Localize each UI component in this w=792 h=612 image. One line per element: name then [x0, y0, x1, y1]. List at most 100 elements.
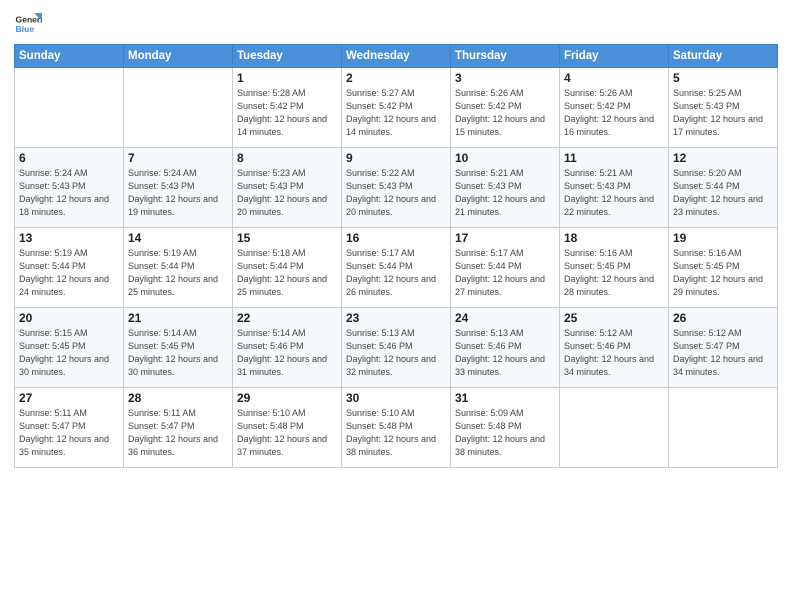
day-info: Sunrise: 5:15 AMSunset: 5:45 PMDaylight:… [19, 327, 119, 379]
day-info: Sunrise: 5:13 AMSunset: 5:46 PMDaylight:… [346, 327, 446, 379]
day-number: 24 [455, 311, 555, 325]
day-number: 17 [455, 231, 555, 245]
calendar-cell: 24 Sunrise: 5:13 AMSunset: 5:46 PMDayligh… [451, 308, 560, 388]
day-number: 2 [346, 71, 446, 85]
calendar-cell: 19 Sunrise: 5:16 AMSunset: 5:45 PMDayligh… [669, 228, 778, 308]
day-number: 27 [19, 391, 119, 405]
day-info: Sunrise: 5:24 AMSunset: 5:43 PMDaylight:… [128, 167, 228, 219]
day-info: Sunrise: 5:19 AMSunset: 5:44 PMDaylight:… [19, 247, 119, 299]
calendar-cell: 11Sunrise: 5:21 AMSunset: 5:43 PMDayligh… [560, 148, 669, 228]
day-info: Sunrise: 5:27 AMSunset: 5:42 PMDaylight:… [346, 87, 446, 139]
calendar-table: SundayMondayTuesdayWednesdayThursdayFrid… [14, 44, 778, 468]
calendar-cell: 13 Sunrise: 5:19 AMSunset: 5:44 PMDayligh… [15, 228, 124, 308]
day-info: Sunrise: 5:17 AMSunset: 5:44 PMDaylight:… [346, 247, 446, 299]
day-number: 1 [237, 71, 337, 85]
day-number: 14 [128, 231, 228, 245]
day-info: Sunrise: 5:14 AMSunset: 5:46 PMDaylight:… [237, 327, 337, 379]
day-number: 9 [346, 151, 446, 165]
calendar-cell [560, 388, 669, 468]
day-info: Sunrise: 5:22 AMSunset: 5:43 PMDaylight:… [346, 167, 446, 219]
day-info: Sunrise: 5:09 AMSunset: 5:48 PMDaylight:… [455, 407, 555, 459]
day-number: 18 [564, 231, 664, 245]
calendar-cell: 23 Sunrise: 5:13 AMSunset: 5:46 PMDayligh… [342, 308, 451, 388]
calendar-cell: 6 Sunrise: 5:24 AMSunset: 5:43 PMDaylight… [15, 148, 124, 228]
day-number: 22 [237, 311, 337, 325]
day-number: 29 [237, 391, 337, 405]
day-number: 28 [128, 391, 228, 405]
calendar-cell: 17 Sunrise: 5:17 AMSunset: 5:44 PMDayligh… [451, 228, 560, 308]
day-info: Sunrise: 5:20 AMSunset: 5:44 PMDaylight:… [673, 167, 773, 219]
calendar-cell: 4 Sunrise: 5:26 AMSunset: 5:42 PMDaylight… [560, 68, 669, 148]
day-number: 6 [19, 151, 119, 165]
weekday-header-saturday: Saturday [669, 45, 778, 68]
day-number: 31 [455, 391, 555, 405]
weekday-header-wednesday: Wednesday [342, 45, 451, 68]
calendar-cell: 5 Sunrise: 5:25 AMSunset: 5:43 PMDaylight… [669, 68, 778, 148]
calendar-cell: 14 Sunrise: 5:19 AMSunset: 5:44 PMDayligh… [124, 228, 233, 308]
calendar-cell: 28 Sunrise: 5:11 AMSunset: 5:47 PMDayligh… [124, 388, 233, 468]
logo: General Blue [14, 10, 42, 38]
calendar-cell: 10Sunrise: 5:21 AMSunset: 5:43 PMDayligh… [451, 148, 560, 228]
day-info: Sunrise: 5:17 AMSunset: 5:44 PMDaylight:… [455, 247, 555, 299]
day-info: Sunrise: 5:12 AMSunset: 5:46 PMDaylight:… [564, 327, 664, 379]
calendar-cell: 27 Sunrise: 5:11 AMSunset: 5:47 PMDayligh… [15, 388, 124, 468]
day-number: 5 [673, 71, 773, 85]
svg-text:Blue: Blue [16, 24, 35, 34]
day-info: Sunrise: 5:23 AMSunset: 5:43 PMDaylight:… [237, 167, 337, 219]
day-info: Sunrise: 5:24 AMSunset: 5:43 PMDaylight:… [19, 167, 119, 219]
day-info: Sunrise: 5:26 AMSunset: 5:42 PMDaylight:… [564, 87, 664, 139]
calendar-cell: 2 Sunrise: 5:27 AMSunset: 5:42 PMDaylight… [342, 68, 451, 148]
day-info: Sunrise: 5:10 AMSunset: 5:48 PMDaylight:… [237, 407, 337, 459]
header: General Blue [14, 10, 778, 38]
day-info: Sunrise: 5:14 AMSunset: 5:45 PMDaylight:… [128, 327, 228, 379]
day-number: 3 [455, 71, 555, 85]
calendar-cell: 3Sunrise: 5:26 AMSunset: 5:42 PMDaylight… [451, 68, 560, 148]
calendar-cell [15, 68, 124, 148]
calendar-cell: 31 Sunrise: 5:09 AMSunset: 5:48 PMDayligh… [451, 388, 560, 468]
weekday-header-thursday: Thursday [451, 45, 560, 68]
weekday-header-tuesday: Tuesday [233, 45, 342, 68]
day-number: 19 [673, 231, 773, 245]
calendar-cell: 1 Sunrise: 5:28 AMSunset: 5:42 PMDaylight… [233, 68, 342, 148]
day-info: Sunrise: 5:19 AMSunset: 5:44 PMDaylight:… [128, 247, 228, 299]
day-number: 26 [673, 311, 773, 325]
day-number: 10 [455, 151, 555, 165]
calendar-cell: 12Sunrise: 5:20 AMSunset: 5:44 PMDayligh… [669, 148, 778, 228]
calendar-cell [124, 68, 233, 148]
day-info: Sunrise: 5:28 AMSunset: 5:42 PMDaylight:… [237, 87, 337, 139]
day-number: 30 [346, 391, 446, 405]
day-number: 13 [19, 231, 119, 245]
calendar-cell: 15 Sunrise: 5:18 AMSunset: 5:44 PMDayligh… [233, 228, 342, 308]
day-number: 4 [564, 71, 664, 85]
day-number: 25 [564, 311, 664, 325]
weekday-header-monday: Monday [124, 45, 233, 68]
day-info: Sunrise: 5:11 AMSunset: 5:47 PMDaylight:… [19, 407, 119, 459]
day-number: 23 [346, 311, 446, 325]
calendar-cell: 9 Sunrise: 5:22 AMSunset: 5:43 PMDaylight… [342, 148, 451, 228]
day-info: Sunrise: 5:18 AMSunset: 5:44 PMDaylight:… [237, 247, 337, 299]
day-number: 15 [237, 231, 337, 245]
day-number: 11 [564, 151, 664, 165]
day-info: Sunrise: 5:16 AMSunset: 5:45 PMDaylight:… [564, 247, 664, 299]
calendar-cell: 21 Sunrise: 5:14 AMSunset: 5:45 PMDayligh… [124, 308, 233, 388]
page: General Blue SundayMondayTuesdayWednesda… [0, 0, 792, 612]
calendar-cell: 22 Sunrise: 5:14 AMSunset: 5:46 PMDayligh… [233, 308, 342, 388]
day-number: 7 [128, 151, 228, 165]
day-number: 20 [19, 311, 119, 325]
calendar-cell: 20 Sunrise: 5:15 AMSunset: 5:45 PMDayligh… [15, 308, 124, 388]
day-info: Sunrise: 5:12 AMSunset: 5:47 PMDaylight:… [673, 327, 773, 379]
day-number: 21 [128, 311, 228, 325]
day-info: Sunrise: 5:10 AMSunset: 5:48 PMDaylight:… [346, 407, 446, 459]
logo-icon: General Blue [14, 10, 42, 38]
calendar-cell: 8Sunrise: 5:23 AMSunset: 5:43 PMDaylight… [233, 148, 342, 228]
day-info: Sunrise: 5:16 AMSunset: 5:45 PMDaylight:… [673, 247, 773, 299]
weekday-header-friday: Friday [560, 45, 669, 68]
calendar-cell: 29 Sunrise: 5:10 AMSunset: 5:48 PMDayligh… [233, 388, 342, 468]
day-info: Sunrise: 5:11 AMSunset: 5:47 PMDaylight:… [128, 407, 228, 459]
calendar-cell: 30 Sunrise: 5:10 AMSunset: 5:48 PMDayligh… [342, 388, 451, 468]
calendar-cell: 25 Sunrise: 5:12 AMSunset: 5:46 PMDayligh… [560, 308, 669, 388]
calendar-cell [669, 388, 778, 468]
day-info: Sunrise: 5:13 AMSunset: 5:46 PMDaylight:… [455, 327, 555, 379]
day-info: Sunrise: 5:25 AMSunset: 5:43 PMDaylight:… [673, 87, 773, 139]
calendar-cell: 26 Sunrise: 5:12 AMSunset: 5:47 PMDayligh… [669, 308, 778, 388]
